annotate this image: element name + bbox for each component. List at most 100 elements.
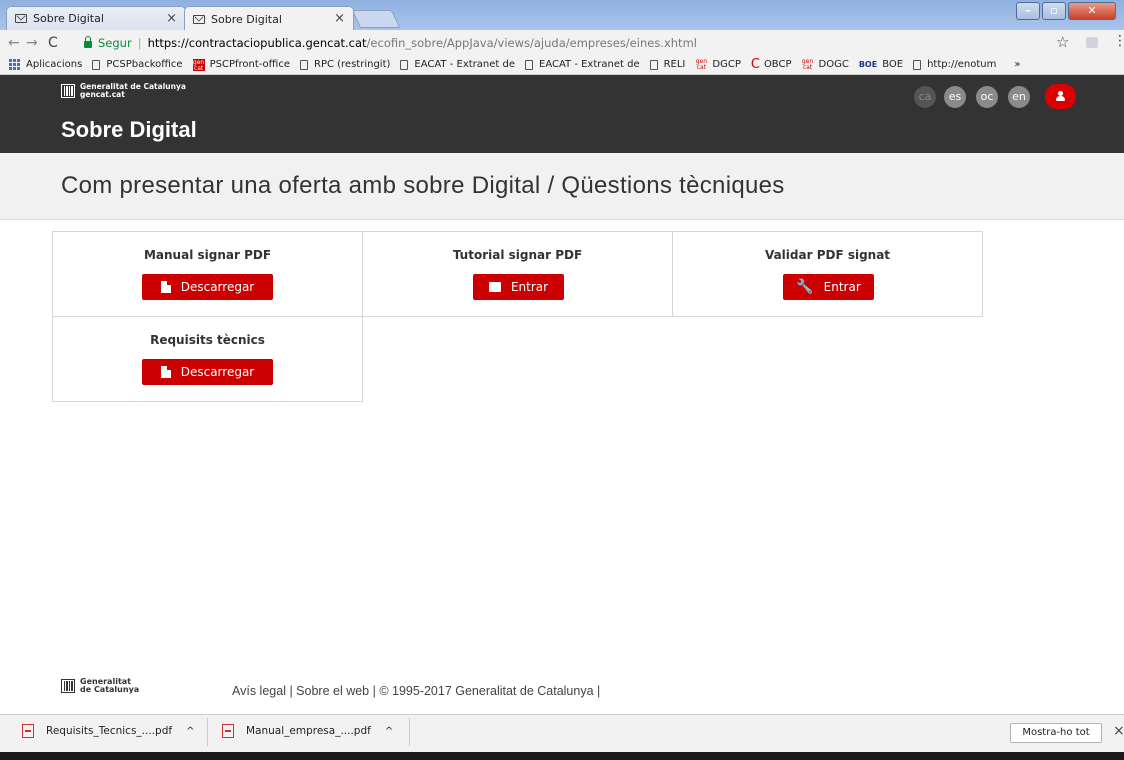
back-icon[interactable]: ← xyxy=(8,35,20,51)
document-icon xyxy=(160,281,171,293)
site-title[interactable]: Sobre Digital xyxy=(61,117,197,143)
card-title: Tutorial signar PDF xyxy=(452,248,583,262)
lang-en[interactable]: en xyxy=(1008,86,1030,108)
download-filename: Manual_empresa_....pdf xyxy=(246,725,371,737)
bookmark-reli[interactable]: RELI xyxy=(649,59,686,70)
bookmark-label: RELI xyxy=(663,59,686,70)
gencat-icon: gen cat xyxy=(801,57,814,71)
gencat-icon: gen cat xyxy=(695,57,708,71)
browser-tab-1[interactable]: Sobre Digital × xyxy=(6,6,186,30)
url-host: https://contractaciopublica.gencat.cat xyxy=(147,36,367,50)
new-tab-button[interactable] xyxy=(351,10,401,28)
divider xyxy=(409,718,410,746)
bookmark-obcp[interactable]: C OBCP xyxy=(751,57,792,72)
browser-tab-2[interactable]: Sobre Digital × xyxy=(184,6,354,31)
pdf-icon xyxy=(222,724,234,738)
tab-close-icon[interactable]: × xyxy=(334,11,345,26)
mail-icon xyxy=(193,14,205,24)
bookmark-aplicacions[interactable]: Aplicacions xyxy=(9,59,82,70)
window-close-button[interactable]: ✕ xyxy=(1068,2,1116,20)
bookmark-star-icon[interactable]: ☆ xyxy=(1056,33,1069,51)
bookmark-eacat-2[interactable]: EACAT - Extranet de xyxy=(525,59,640,70)
extension-icon[interactable] xyxy=(1086,37,1098,48)
bookmark-pcspbackoffice[interactable]: PCSPbackoffice xyxy=(92,59,183,70)
page-icon xyxy=(300,59,308,70)
bookmark-enotum[interactable]: http://enotum xyxy=(913,59,996,70)
page-icon xyxy=(525,59,533,70)
gencat-bars-icon xyxy=(61,84,75,98)
footer-gencat-logo[interactable]: Generalitat de Catalunya xyxy=(61,678,139,694)
download-item-requisits[interactable]: Requisits_Tecnics_....pdf ^ xyxy=(22,724,194,738)
logo-line-2: gencat.cat xyxy=(80,90,125,99)
pdf-icon xyxy=(22,724,34,738)
card-manual-signar-pdf: Manual signar PDF Descarregar xyxy=(52,231,363,317)
bookmark-dogc[interactable]: gen cat DOGC xyxy=(801,57,849,71)
bookmark-label: PCSPbackoffice xyxy=(106,59,183,70)
bookmark-pscpfront-office[interactable]: gen cat PSCPfront-office xyxy=(192,58,290,72)
card-requisits-tecnics: Requisits tècnics Descarregar xyxy=(52,316,363,402)
bookmark-eacat-1[interactable]: EACAT - Extranet de xyxy=(400,59,515,70)
show-all-button[interactable]: Mostra-ho tot xyxy=(1010,723,1102,743)
bookmark-label: PSCPfront-office xyxy=(209,59,290,70)
chevron-up-icon[interactable]: ^ xyxy=(186,726,194,737)
tab-close-icon[interactable]: × xyxy=(166,11,177,26)
url-field[interactable]: Segur | https://contractaciopublica.genc… xyxy=(84,33,1094,53)
close-icon[interactable]: × xyxy=(1113,723,1124,739)
footer-links[interactable]: Avís legal | Sobre el web | © 1995-2017 … xyxy=(232,684,600,698)
button-label: Descarregar xyxy=(180,365,255,379)
page-icon xyxy=(400,59,409,70)
bookmark-label: RPC (restringit) xyxy=(314,59,391,70)
lang-es[interactable]: es xyxy=(944,86,966,108)
card-validar-pdf-signat: Validar PDF signat 🔧 Entrar xyxy=(672,231,983,317)
bookmark-label: DOGC xyxy=(818,59,849,70)
page-icon xyxy=(649,59,658,70)
taskbar xyxy=(0,752,1124,760)
secure-label: Segur xyxy=(98,36,132,50)
bookmarks-bar: Aplicacions PCSPbackoffice gen cat PSCPfr… xyxy=(0,55,1124,75)
user-button[interactable] xyxy=(1045,84,1076,109)
browser-menu-icon[interactable]: ⋮ xyxy=(1113,33,1124,49)
bookmark-label: DGCP xyxy=(712,59,741,70)
button-label: Entrar xyxy=(823,280,861,294)
bookmark-boe[interactable]: BOE BOE xyxy=(859,59,903,70)
enter-button[interactable]: 🔧 Entrar xyxy=(783,274,874,300)
card-title: Requisits tècnics xyxy=(150,333,265,347)
download-filename: Requisits_Tecnics_....pdf xyxy=(46,725,173,737)
divider xyxy=(207,718,208,746)
lock-icon xyxy=(84,36,92,48)
gencat-bars-icon xyxy=(61,679,75,693)
card-title: Manual signar PDF xyxy=(143,248,272,262)
bookmark-rpc[interactable]: RPC (restringit) xyxy=(300,59,390,70)
page-icon xyxy=(92,59,101,70)
reload-icon[interactable]: C xyxy=(48,35,58,51)
gencat-icon: gen cat xyxy=(192,58,205,72)
minimize-button[interactable]: – xyxy=(1016,2,1040,20)
bookmark-label: EACAT - Extranet de xyxy=(414,59,515,70)
c-icon: C xyxy=(750,57,760,72)
lang-ca[interactable]: ca xyxy=(914,86,936,108)
button-label: Entrar xyxy=(510,280,549,294)
more-bookmarks-icon[interactable]: » xyxy=(1014,59,1020,70)
tab-title: Sobre Digital xyxy=(211,12,282,26)
apps-icon xyxy=(9,59,20,70)
lang-oc[interactable]: oc xyxy=(976,86,998,108)
tab-title: Sobre Digital xyxy=(33,12,104,25)
enter-button[interactable]: Entrar xyxy=(473,274,564,300)
download-button[interactable]: Descarregar xyxy=(142,274,273,300)
url-path: /ecofin_sobre/AppJava/views/ajuda/empres… xyxy=(366,36,697,50)
gencat-logo[interactable]: Generalitat de Catalunya gencat.cat xyxy=(61,83,186,99)
chevron-up-icon[interactable]: ^ xyxy=(385,726,393,737)
bookmark-label: http://enotum xyxy=(927,59,997,70)
forward-icon[interactable]: → xyxy=(26,35,38,51)
bookmark-dgcp[interactable]: gen cat DGCP xyxy=(695,57,741,71)
download-button[interactable]: Descarregar xyxy=(142,359,273,385)
button-label: Descarregar xyxy=(180,280,255,294)
square-icon xyxy=(488,282,501,292)
wrench-icon: 🔧 xyxy=(796,279,814,295)
download-item-manual[interactable]: Manual_empresa_....pdf ^ xyxy=(222,724,393,738)
bookmark-label: Aplicacions xyxy=(26,59,83,70)
page-title: Com presentar una oferta amb sobre Digit… xyxy=(61,172,785,199)
bookmark-label: BOE xyxy=(882,59,904,70)
document-icon xyxy=(160,366,171,378)
restore-button[interactable]: ▫ xyxy=(1042,2,1066,20)
